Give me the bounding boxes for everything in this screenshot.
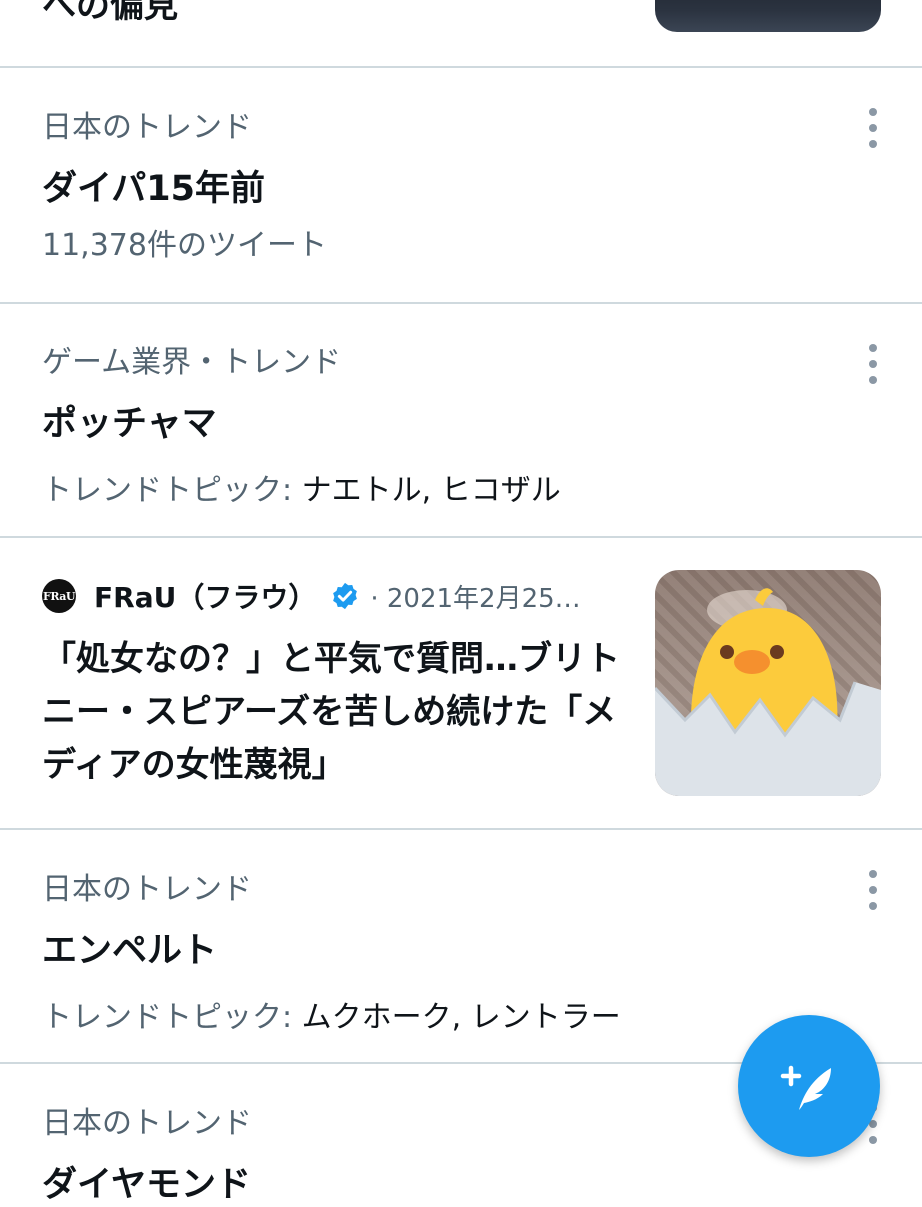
trend-context: ゲーム業界・トレンド: [42, 345, 342, 380]
trend-tweet-count: 11,378件のツイート: [42, 228, 327, 263]
news-headline: 「処女なの？」と平気で質問…ブリトニー・スピアーズを苦しめ続けた「メディアの女性…: [42, 639, 620, 785]
news-item[interactable]: FRaU FRaU（フラウ） · 2021年2月25… 「処女なの？」と平気で質…: [0, 538, 922, 830]
news-thumbnail: [655, 570, 881, 796]
more-vertical-icon[interactable]: [866, 870, 880, 910]
trend-name: ダイヤモンド: [42, 1165, 251, 1205]
trend-topics: トレンドトピック: ムクホーク, レントラー: [42, 992, 621, 1036]
trend-topics-label: トレンドトピック:: [42, 473, 293, 508]
trend-context: 日本のトレンド: [42, 110, 252, 145]
news-timestamp: · 2021年2月25…: [370, 583, 581, 614]
previous-news-thumbnail: [655, 0, 881, 32]
trend-topics-list: ナエトル, ヒコザル: [301, 473, 561, 508]
trend-name: エンペルト: [42, 931, 218, 971]
trend-topics-label: トレンドトピック:: [42, 1000, 293, 1035]
news-source-row: FRaU FRaU（フラウ） · 2021年2月25…: [42, 576, 581, 616]
source-avatar[interactable]: FRaU: [42, 579, 76, 613]
previous-news-title: への偏見: [42, 0, 178, 26]
trend-context: 日本のトレンド: [42, 1106, 252, 1141]
compose-tweet-icon: [780, 1065, 831, 1110]
more-vertical-icon[interactable]: [866, 344, 880, 384]
trend-topics: トレンドトピック: ナエトル, ヒコザル: [42, 465, 561, 509]
verified-badge-icon: [333, 582, 358, 610]
trend-item-2[interactable]: ゲーム業界・トレンド ポッチャマ トレンドトピック: ナエトル, ヒコザル: [0, 304, 922, 538]
compose-tweet-button[interactable]: [738, 1015, 880, 1157]
trend-topics-list: ムクホーク, レントラー: [301, 1000, 621, 1035]
trend-item-1[interactable]: 日本のトレンド ダイパ15年前 11,378件のツイート: [0, 68, 922, 304]
trend-context: 日本のトレンド: [42, 872, 252, 907]
trend-name: ダイパ15年前: [42, 169, 266, 209]
trend-name: ポッチャマ: [42, 404, 217, 444]
previous-news-item[interactable]: への偏見: [0, 0, 922, 68]
source-name: FRaU（フラウ）: [94, 581, 317, 614]
more-vertical-icon[interactable]: [866, 108, 880, 148]
chick-emoji-icon: [655, 588, 881, 796]
